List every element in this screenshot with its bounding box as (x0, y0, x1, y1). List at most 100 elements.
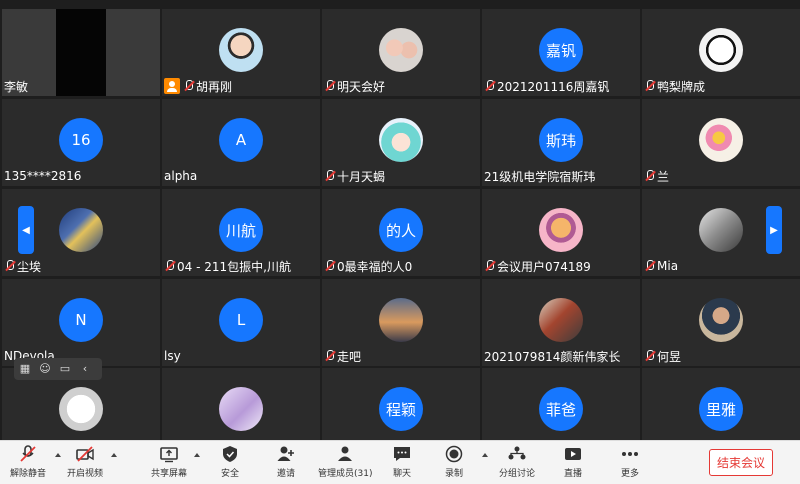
participant-tile[interactable]: 李敏 (2, 9, 160, 96)
participant-name: 尘埃 (4, 258, 41, 274)
avatar-initials: N (59, 298, 103, 342)
participant-tile[interactable]: 明天会好 (322, 9, 480, 96)
participant-name: 胡再刚 (164, 78, 232, 94)
participant-name: 十月天蝎 (324, 168, 385, 184)
mic-muted-icon (4, 260, 15, 272)
avatar-initials: A (219, 118, 263, 162)
participant-name-text: 2021079814颜新伟家长 (484, 349, 621, 364)
participant-name: Mia (644, 258, 678, 274)
emoji-icon[interactable]: ☺ (38, 362, 52, 376)
participant-tile[interactable]: N NDevola (2, 279, 160, 366)
participant-tile[interactable]: 2021079814颜新伟家长 (482, 279, 640, 366)
video-options-caret[interactable] (111, 453, 117, 457)
participant-tile[interactable]: 的人 0最幸福的人0 (322, 189, 480, 276)
participant-tile[interactable]: 川航 04 - 211包振中,川航 (162, 189, 320, 276)
sketch-avatar (59, 387, 103, 431)
cow-cartoon-avatar (699, 28, 743, 72)
participant-tile[interactable] (162, 368, 320, 440)
participant-tile[interactable]: 鸭梨牌成 (642, 9, 800, 96)
grid-view-icon[interactable]: ▦ (18, 362, 32, 376)
participant-name: 明天会好 (324, 78, 385, 94)
shield-icon (220, 445, 240, 463)
mic-muted-icon (183, 80, 194, 92)
chat-button[interactable]: 聊天 (392, 445, 412, 479)
share-screen-button[interactable]: 共享屏幕 (151, 445, 187, 479)
participant-name-text: 04 - 211包振中,川航 (177, 259, 291, 274)
participant-tile[interactable]: 走吧 (322, 279, 480, 366)
camera-off-icon (75, 445, 95, 463)
participant-name: 鸭梨牌成 (644, 78, 705, 94)
cartoon-character-avatar (539, 208, 583, 252)
participant-tile[interactable]: 嘉钒 2021201116周嘉钒 (482, 9, 640, 96)
audio-options-caret[interactable] (55, 453, 61, 457)
end-meeting-button[interactable]: 结束会议 (709, 449, 773, 476)
mic-muted-icon (644, 80, 655, 92)
participant-name: 2021079814颜新伟家长 (484, 348, 620, 364)
record-options-caret[interactable] (482, 453, 488, 457)
mic-muted-icon (324, 170, 335, 182)
cartoon-boy-avatar (219, 28, 263, 72)
participant-name-text: 会议用户074189 (497, 259, 591, 274)
sunset-bottle-avatar (379, 298, 423, 342)
participant-tile[interactable]: 兰 (642, 99, 800, 186)
participant-name-text: alpha (164, 169, 198, 183)
participant-tile[interactable]: 16 135****2816 (2, 99, 160, 186)
unmute-button[interactable]: 解除静音 (10, 445, 46, 479)
avatar-initials: 川航 (219, 208, 263, 252)
avatar-initials: 嘉钒 (539, 28, 583, 72)
participant-name: 李敏 (4, 78, 28, 94)
dragon-art-avatar (539, 298, 583, 342)
chat-bubble-icon[interactable]: ▭ (58, 362, 72, 376)
members-icon (335, 445, 355, 463)
flower-avatar (699, 118, 743, 162)
participant-name: 21级机电学院宿斯玮 (484, 168, 595, 184)
mic-muted-icon (324, 350, 335, 362)
mic-muted-icon (164, 260, 175, 272)
participant-name: 135****2816 (4, 168, 81, 184)
live-stream-button[interactable]: 直播 (563, 445, 583, 479)
meeting-window: 李敏 胡再刚 明天会好 嘉钒 2021201116周嘉钒 鸭梨牌成 16 135****281… (0, 0, 800, 484)
mic-muted-icon (644, 350, 655, 362)
participant-grid: 李敏 胡再刚 明天会好 嘉钒 2021201116周嘉钒 鸭梨牌成 16 135****281… (0, 0, 800, 440)
participant-name-text: 兰 (657, 169, 670, 184)
video-feed (56, 9, 106, 96)
participant-name-text: 胡再刚 (196, 79, 233, 94)
more-button[interactable]: 更多 (620, 445, 640, 479)
chat-icon (392, 445, 412, 463)
participant-name-text: 21级机电学院宿斯玮 (484, 169, 596, 184)
participant-name: 2021201116周嘉钒 (484, 78, 609, 94)
bw-photo-avatar (699, 208, 743, 252)
participant-tile[interactable]: 何昱 (642, 279, 800, 366)
participant-name-text: Mia (657, 259, 679, 273)
participant-tile[interactable]: 菲爸 (482, 368, 640, 440)
avatar-initials: L (219, 298, 263, 342)
collapse-icon[interactable]: ‹ (78, 362, 92, 376)
participant-tile[interactable]: 程颖 (322, 368, 480, 440)
participant-tile[interactable]: Aalpha (162, 99, 320, 186)
prev-page-button[interactable]: ◀ (18, 206, 34, 254)
participant-tile[interactable]: Llsy (162, 279, 320, 366)
next-page-button[interactable]: ▶ (766, 206, 782, 254)
participant-name-text: 何昱 (657, 349, 682, 364)
participant-tile[interactable]: 斯玮 21级机电学院宿斯玮 (482, 99, 640, 186)
invite-button[interactable]: 邀请 (276, 445, 296, 479)
avatar-initials: 斯玮 (539, 118, 583, 162)
manage-members-button[interactable]: 管理成员(31) (318, 445, 372, 479)
participant-tile[interactable]: 胡再刚 (162, 9, 320, 96)
mic-muted-icon (484, 260, 495, 272)
participant-tile[interactable]: 里雅 (642, 368, 800, 440)
avatar-initials: 里雅 (699, 387, 743, 431)
share-options-caret[interactable] (194, 453, 200, 457)
participant-tile[interactable]: 十月天蝎 (322, 99, 480, 186)
record-button[interactable]: 录制 (444, 445, 464, 479)
participant-tile[interactable]: 会议用户074189 (482, 189, 640, 276)
view-switcher: ▦ ☺ ▭ ‹ (14, 358, 102, 380)
man-photo-avatar (699, 298, 743, 342)
anime-girl-avatar (379, 118, 423, 162)
start-video-button[interactable]: 开启视频 (67, 445, 103, 479)
participant-name: 04 - 211包振中,川航 (164, 258, 291, 274)
security-button[interactable]: 安全 (220, 445, 240, 479)
breakout-rooms-button[interactable]: 分组讨论 (499, 445, 535, 479)
participant-name-text: 鸭梨牌成 (657, 79, 706, 94)
record-icon (444, 445, 464, 463)
